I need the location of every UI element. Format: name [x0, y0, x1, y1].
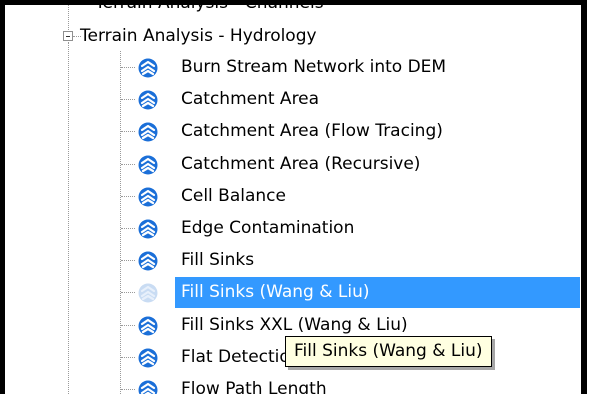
tree-item[interactable]: Burn Stream Network into DEM: [0, 52, 581, 83]
saga-tool-icon: [137, 379, 159, 394]
tree-item-label: Fill Sinks (Wang & Liu): [174, 276, 581, 309]
saga-tool-icon: [137, 282, 159, 304]
tree-guide-line: [121, 292, 135, 293]
saga-tool-icon: [137, 315, 159, 337]
tree-item[interactable]: Catchment Area: [0, 84, 581, 115]
tree-guide-line: [121, 67, 135, 68]
tree-item[interactable]: Fill Sinks (Wang & Liu): [0, 276, 581, 309]
tree-guide-line: [121, 325, 135, 326]
saga-tool-icon: [137, 121, 159, 143]
saga-tool-icon: [137, 218, 159, 240]
saga-tool-icon: [137, 250, 159, 272]
saga-tool-icon: [137, 57, 159, 79]
tree-item-label: Fill Sinks: [181, 250, 255, 270]
saga-tool-icon: [137, 347, 159, 369]
tooltip-text: Fill Sinks (Wang & Liu): [294, 341, 483, 361]
saga-tool-icon: [137, 89, 159, 111]
tree-item-label: Catchment Area: [181, 89, 320, 109]
tree-guide-line: [121, 196, 135, 197]
tree-item-label: Catchment Area (Recursive): [181, 154, 421, 174]
tree-item-label: Catchment Area (Flow Tracing): [181, 121, 443, 141]
tree-item[interactable]: Cell Balance: [0, 181, 581, 212]
tree-guide-line: [121, 260, 135, 261]
tree-group-label: Terrain Analysis - Hydrology: [80, 26, 317, 46]
saga-tool-icon: [137, 186, 159, 208]
tree-item-label: Flow Path Length: [181, 379, 327, 394]
tree-guide-line: [68, 0, 69, 34]
tree-guide-line: [121, 228, 135, 229]
window-border: [0, 0, 587, 5]
saga-tool-icon: [137, 154, 159, 176]
tree-item-label: Burn Stream Network into DEM: [181, 57, 447, 77]
tree-guide-line: [121, 99, 135, 100]
tree-guide-line: [121, 389, 135, 390]
tree-guide-line: [121, 164, 135, 165]
tool-tree-panel: Terrain Analysis - Channels Terrain Anal…: [0, 0, 587, 394]
tree-item[interactable]: Flow Path Length: [0, 374, 581, 394]
tree-guide-line: [121, 131, 135, 132]
collapse-minus-icon[interactable]: [63, 31, 73, 41]
tree-item[interactable]: Fill Sinks: [0, 245, 581, 276]
tree-item-label: Cell Balance: [181, 186, 286, 206]
tree-group-hydrology[interactable]: Terrain Analysis - Hydrology: [78, 21, 317, 51]
tree-item[interactable]: Catchment Area (Flow Tracing): [0, 116, 581, 147]
tree-item[interactable]: Catchment Area (Recursive): [0, 149, 581, 180]
tree-item-label: Edge Contamination: [181, 218, 355, 238]
window-border: [581, 0, 587, 394]
tooltip: Fill Sinks (Wang & Liu): [285, 336, 492, 367]
window-border: [0, 0, 5, 394]
tree-guide-line: [121, 357, 135, 358]
tree-item[interactable]: Edge Contamination: [0, 213, 581, 244]
